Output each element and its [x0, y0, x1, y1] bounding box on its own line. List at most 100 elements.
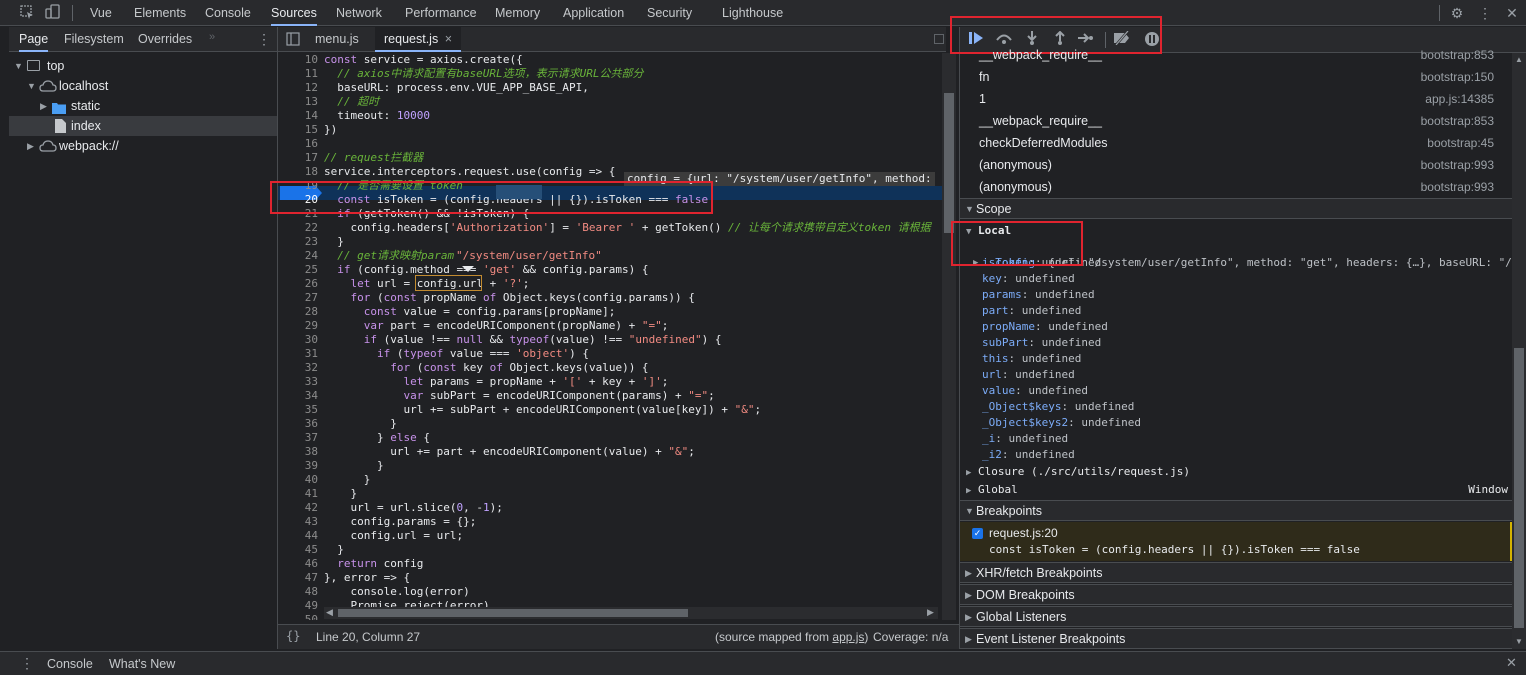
frame-location[interactable]: bootstrap:993: [1421, 176, 1494, 198]
toggle-debugger-icon[interactable]: [934, 34, 944, 44]
line-number[interactable]: 35: [278, 403, 318, 417]
settings-gear-icon[interactable]: ⚙: [1448, 4, 1466, 22]
line-number[interactable]: 45: [278, 543, 318, 557]
more-tabs-chevron-icon[interactable]: »: [209, 31, 215, 43]
panel-tab-elements[interactable]: Elements: [134, 0, 186, 26]
scope-var-objectkeys2[interactable]: _Object$keys2: undefined: [982, 415, 1141, 431]
line-number[interactable]: 41: [278, 487, 318, 501]
navigator-menu-icon[interactable]: ⋮: [257, 31, 271, 48]
pretty-print-icon[interactable]: {}: [286, 629, 300, 643]
line-number[interactable]: 49: [278, 599, 318, 613]
tree-item-static[interactable]: ▶ static: [9, 96, 277, 116]
scope-var-key[interactable]: key: undefined: [982, 271, 1075, 287]
tree-item-top[interactable]: ▼ top: [9, 56, 277, 76]
line-number[interactable]: 37: [278, 431, 318, 445]
close-devtools-icon[interactable]: ✕: [1503, 4, 1521, 22]
debugger-scrollbar[interactable]: ▲ ▼: [1512, 53, 1526, 649]
line-number[interactable]: 30: [278, 333, 318, 347]
close-drawer-icon[interactable]: ✕: [1506, 655, 1517, 671]
scroll-left-icon[interactable]: ◀: [326, 607, 333, 618]
device-toolbar-icon[interactable]: [44, 4, 62, 22]
toggle-navigator-icon[interactable]: [286, 32, 300, 49]
scope-var-this[interactable]: this: undefined: [982, 351, 1081, 367]
frame-location[interactable]: bootstrap:45: [1427, 132, 1494, 154]
call-frame[interactable]: fn bootstrap:150: [979, 66, 1494, 88]
line-number[interactable]: 29: [278, 319, 318, 333]
line-number[interactable]: 50: [278, 613, 318, 620]
frame-location[interactable]: app.js:14385: [1425, 88, 1494, 110]
tree-item-index[interactable]: index: [9, 116, 277, 136]
line-number[interactable]: 28: [278, 305, 318, 319]
line-number[interactable]: 27: [278, 291, 318, 305]
line-number[interactable]: 42: [278, 501, 318, 515]
tab-page[interactable]: Page: [19, 27, 49, 52]
panel-tab-performance[interactable]: Performance: [405, 0, 477, 26]
panel-tab-application[interactable]: Application: [563, 0, 624, 26]
line-number[interactable]: 13: [278, 95, 318, 109]
panel-tab-console[interactable]: Console: [205, 0, 251, 26]
scope-global[interactable]: ▶ Global Window: [966, 482, 1512, 498]
scroll-right-icon[interactable]: ▶: [927, 607, 934, 618]
horizontal-scrollbar-thumb[interactable]: [338, 609, 688, 617]
line-number[interactable]: 11: [278, 67, 318, 81]
breakpoints-section-header[interactable]: ▼ Breakpoints: [960, 500, 1512, 521]
line-number[interactable]: 22: [278, 221, 318, 235]
section-dom-breakpoints[interactable]: ▶ DOM Breakpoints: [960, 584, 1512, 605]
drawer-menu-icon[interactable]: ⋮: [20, 655, 34, 672]
panel-tab-network[interactable]: Network: [336, 0, 382, 26]
line-number[interactable]: 46: [278, 557, 318, 571]
section-global-listeners[interactable]: ▶ Global Listeners: [960, 606, 1512, 627]
frame-location[interactable]: bootstrap:853: [1421, 44, 1494, 66]
panel-tab-security[interactable]: Security: [647, 0, 692, 26]
scroll-up-icon[interactable]: ▲: [1515, 55, 1523, 64]
line-number[interactable]: 39: [278, 459, 318, 473]
scroll-down-icon[interactable]: ▼: [1515, 637, 1523, 646]
editor-tab-menu-js[interactable]: menu.js: [306, 27, 368, 52]
tree-item-localhost[interactable]: ▼ localhost: [9, 76, 277, 96]
call-frame[interactable]: 1 app.js:14385: [979, 88, 1494, 110]
editor-horizontal-scrollbar[interactable]: ◀ ▶: [324, 607, 938, 619]
panel-tab-vue[interactable]: Vue: [90, 0, 112, 26]
inspect-element-icon[interactable]: [18, 4, 36, 22]
source-map-link[interactable]: app.js: [832, 630, 864, 644]
frame-location[interactable]: bootstrap:853: [1421, 110, 1494, 132]
panel-tab-lighthouse[interactable]: Lighthouse: [722, 0, 783, 26]
more-options-icon[interactable]: ⋮: [1476, 4, 1494, 22]
line-number[interactable]: 31: [278, 347, 318, 361]
tree-item-webpack[interactable]: ▶ webpack://: [9, 136, 277, 156]
line-number[interactable]: 33: [278, 375, 318, 389]
section-event-listener-breakpoints[interactable]: ▶ Event Listener Breakpoints: [960, 628, 1512, 649]
line-number[interactable]: 25: [278, 263, 318, 277]
line-number[interactable]: 17: [278, 151, 318, 165]
scope-var-url[interactable]: url: undefined: [982, 367, 1075, 383]
line-number[interactable]: 32: [278, 361, 318, 375]
drawer-tab-console[interactable]: Console: [47, 652, 93, 675]
scope-var-i[interactable]: _i: undefined: [982, 431, 1068, 447]
scope-section-header[interactable]: ▼ Scope: [960, 198, 1512, 219]
scope-var-params[interactable]: params: undefined: [982, 287, 1095, 303]
tab-overrides[interactable]: Overrides: [138, 27, 192, 52]
close-tab-icon[interactable]: ×: [445, 32, 452, 46]
line-number[interactable]: 38: [278, 445, 318, 459]
call-frame[interactable]: (anonymous) bootstrap:993: [979, 154, 1494, 176]
line-number[interactable]: 16: [278, 137, 318, 151]
tab-filesystem[interactable]: Filesystem: [64, 27, 124, 52]
section-xhr-fetch-breakpoints[interactable]: ▶ XHR/fetch Breakpoints: [960, 562, 1512, 583]
scope-closure[interactable]: ▶ Closure (./src/utils/request.js): [966, 464, 1512, 480]
call-frame[interactable]: (anonymous) bootstrap:993: [979, 176, 1494, 198]
line-number[interactable]: 18: [278, 165, 318, 179]
line-number[interactable]: 40: [278, 473, 318, 487]
scope-var-propname[interactable]: propName: undefined: [982, 319, 1108, 335]
line-number[interactable]: 24: [278, 249, 318, 263]
line-number[interactable]: 47: [278, 571, 318, 585]
line-number[interactable]: 20: [278, 193, 318, 207]
panel-tab-memory[interactable]: Memory: [495, 0, 540, 26]
debugger-scrollbar-thumb[interactable]: [1514, 348, 1524, 628]
line-number[interactable]: 43: [278, 515, 318, 529]
panel-tab-sources[interactable]: Sources: [271, 0, 317, 26]
scope-var-i2[interactable]: _i2: undefined: [982, 447, 1075, 463]
call-frame[interactable]: __webpack_require__ bootstrap:853: [979, 44, 1494, 66]
line-number[interactable]: 34: [278, 389, 318, 403]
frame-location[interactable]: bootstrap:150: [1421, 66, 1494, 88]
line-number[interactable]: 10: [278, 53, 318, 67]
